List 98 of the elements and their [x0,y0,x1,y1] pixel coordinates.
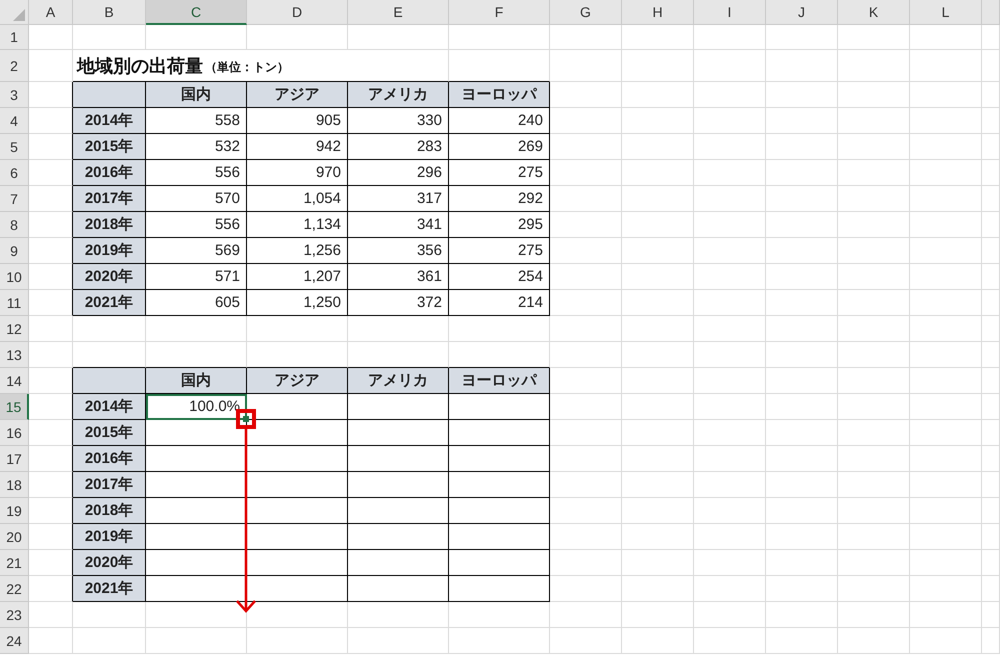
table-cell: 295 [449,212,550,238]
row-header[interactable]: 21 [0,550,29,576]
fill-handle[interactable] [243,416,249,422]
row-label: 2019年 [73,238,146,264]
row-header[interactable]: 19 [0,498,29,524]
column-header[interactable]: A [29,0,73,25]
row-header[interactable]: 4 [0,108,29,134]
table-cell: 570 [146,186,247,212]
column-heading: アメリカ [348,82,449,108]
table-cell: 905 [247,108,348,134]
row-label: 2015年 [73,420,146,446]
row-label: 2021年 [73,290,146,316]
row-header[interactable]: 8 [0,212,29,238]
select-all-icon[interactable] [13,9,25,21]
row-label: 2017年 [73,472,146,498]
table-cell: 275 [449,160,550,186]
row-header[interactable]: 3 [0,82,29,108]
table-cell: 970 [247,160,348,186]
row-label: 2021年 [73,576,146,602]
table-cell: 361 [348,264,449,290]
row-header[interactable]: 16 [0,420,29,446]
row-header[interactable]: 14 [0,368,29,394]
table-cell: 330 [348,108,449,134]
column-header[interactable]: E [348,0,449,25]
column-heading: ヨーロッパ [449,368,550,394]
column-heading: アジア [247,368,348,394]
row-header[interactable]: 18 [0,472,29,498]
row-header[interactable]: 10 [0,264,29,290]
row-header[interactable]: 7 [0,186,29,212]
table-cell: 569 [146,238,247,264]
row-header[interactable]: 17 [0,446,29,472]
unit-label: （単位：トン） [205,59,289,76]
table-cell: 556 [146,212,247,238]
column-header[interactable]: K [838,0,910,25]
row-header[interactable]: 2 [0,50,29,82]
column-header[interactable]: F [449,0,550,25]
table-cell: 571 [146,264,247,290]
table-cell: 317 [348,186,449,212]
table-cell: 356 [348,238,449,264]
row-label: 2015年 [73,134,146,160]
sheet-title: 地域別の出荷量 [77,54,203,78]
column-heading: アジア [247,82,348,108]
table-cell: 605 [146,290,247,316]
column-header[interactable]: H [622,0,694,25]
table-cell: 254 [449,264,550,290]
table-cell: 341 [348,212,449,238]
column-header[interactable]: C [146,0,247,25]
active-cell[interactable]: 100.0% [146,394,247,420]
table-cell: 1,250 [247,290,348,316]
table-cell: 1,054 [247,186,348,212]
table-cell: 1,207 [247,264,348,290]
row-label: 2018年 [73,498,146,524]
table-cell: 283 [348,134,449,160]
row-header[interactable]: 5 [0,134,29,160]
column-heading: 国内 [146,368,247,394]
table-cell: 292 [449,186,550,212]
row-header[interactable]: 20 [0,524,29,550]
column-header[interactable]: G [550,0,622,25]
table-cell: 1,134 [247,212,348,238]
table-cell: 214 [449,290,550,316]
row-label: 2018年 [73,212,146,238]
row-header[interactable]: 9 [0,238,29,264]
column-header[interactable]: I [694,0,766,25]
column-header[interactable] [982,0,1000,25]
row-label: 2014年 [73,108,146,134]
table-cell: 532 [146,134,247,160]
column-header[interactable]: L [910,0,982,25]
column-heading: 国内 [146,82,247,108]
row-header[interactable]: 6 [0,160,29,186]
row-header[interactable]: 22 [0,576,29,602]
table-cell: 372 [348,290,449,316]
row-header[interactable]: 1 [0,25,29,50]
table-cell: 1,256 [247,238,348,264]
row-label: 2019年 [73,524,146,550]
table-cell: 556 [146,160,247,186]
row-label: 2020年 [73,264,146,290]
table-cell: 942 [247,134,348,160]
table-cell: 558 [146,108,247,134]
row-label: 2016年 [73,160,146,186]
column-header[interactable]: J [766,0,838,25]
row-header[interactable]: 13 [0,342,29,368]
column-heading: ヨーロッパ [449,82,550,108]
table-cell: 240 [449,108,550,134]
column-heading: アメリカ [348,368,449,394]
table-cell: 269 [449,134,550,160]
table-cell: 275 [449,238,550,264]
column-header[interactable]: B [73,0,146,25]
row-header[interactable]: 12 [0,316,29,342]
row-header[interactable]: 23 [0,602,29,628]
row-header[interactable]: 11 [0,290,29,316]
column-header[interactable]: D [247,0,348,25]
row-label: 2017年 [73,186,146,212]
table-cell: 296 [348,160,449,186]
row-header[interactable]: 15 [0,394,29,420]
row-label: 2016年 [73,446,146,472]
row-header[interactable]: 24 [0,628,29,654]
row-label: 2014年 [73,394,146,420]
row-label: 2020年 [73,550,146,576]
